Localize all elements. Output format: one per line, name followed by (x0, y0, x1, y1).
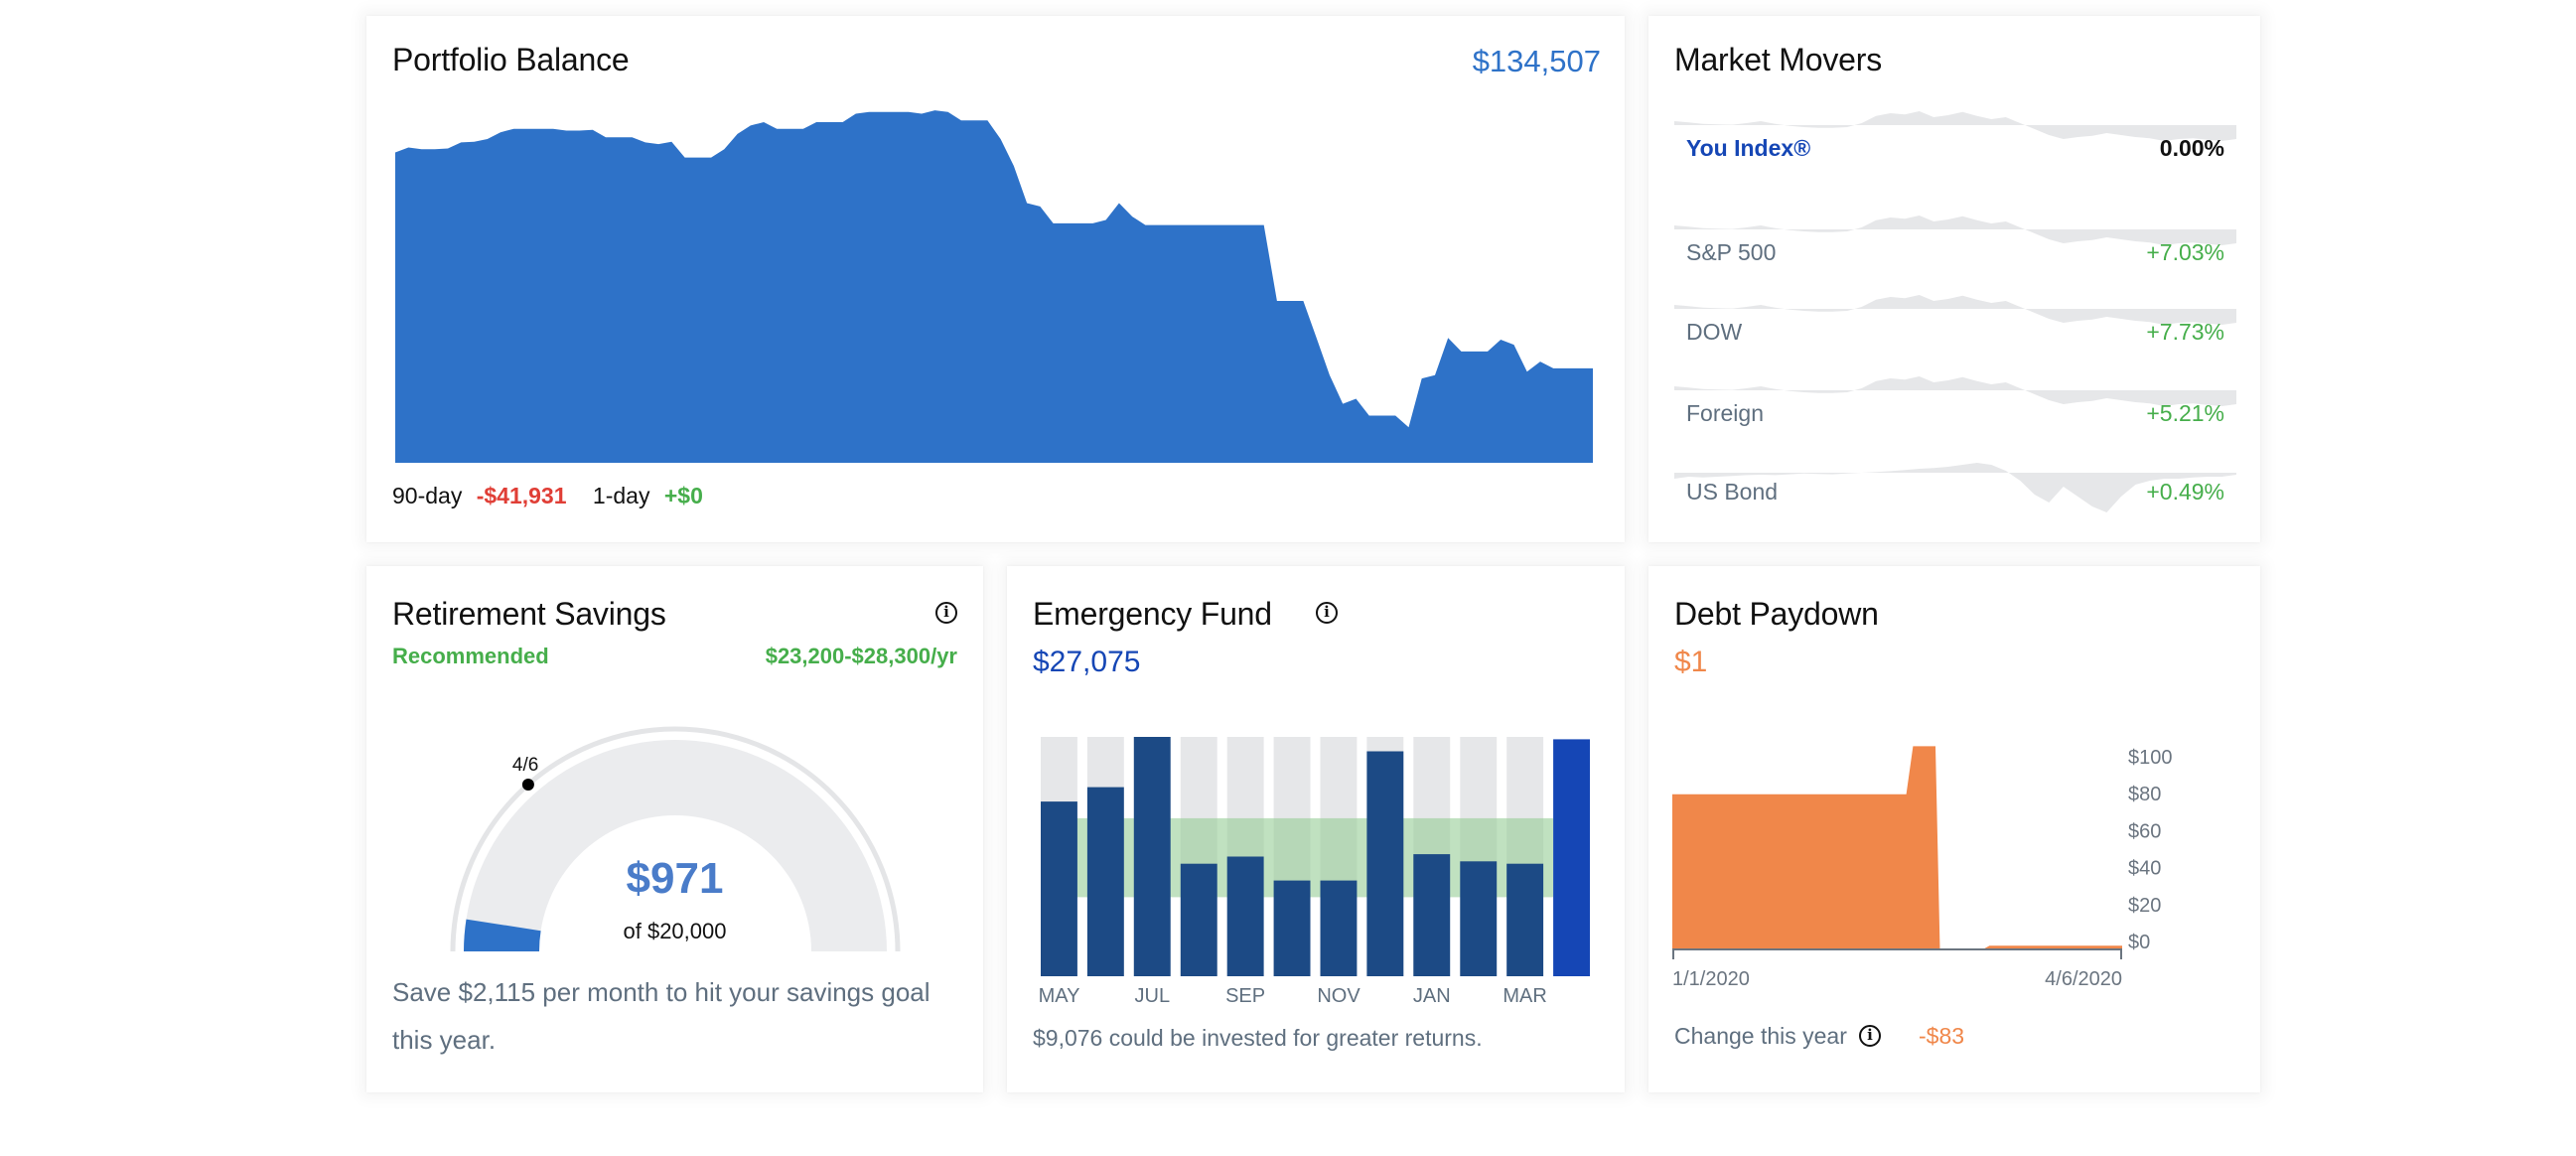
info-icon[interactable]: i (935, 602, 957, 624)
y-tick-label: $80 (2128, 784, 2161, 805)
portfolio-area (395, 110, 1593, 463)
one-day-value: +$0 (663, 483, 703, 508)
market-mover-label: US Bond (1686, 479, 1779, 505)
x-tick-label: JAN (1413, 985, 1451, 1007)
retirement-title: Retirement Savings (392, 596, 666, 632)
market-mover-row[interactable]: S&P 500 +7.03% (1674, 210, 2236, 289)
debt-area-chart: $100 $80 $60 $40 $20 $0 1/1/2020 4/6/2020 (1672, 746, 2173, 990)
retirement-savings-card[interactable]: Retirement Savings i Recommended $23,200… (366, 566, 983, 1092)
gauge-marker-label: 4/6 (512, 755, 538, 776)
portfolio-change-row: 90-day -$41,931 1-day +$0 (392, 483, 703, 509)
gauge-of-total: of $20,000 (623, 919, 727, 943)
x-tick-label: JUL (1135, 985, 1171, 1007)
retirement-gauge: 4/6 (450, 726, 901, 952)
market-mover-row[interactable]: Foreign +5.21% (1674, 370, 2236, 450)
ninety-day-label: 90-day (392, 483, 463, 508)
market-mover-label: You Index® (1686, 135, 1811, 161)
bar-feb[interactable] (1460, 861, 1498, 976)
one-day-label: 1-day (592, 483, 650, 508)
market-mover-row[interactable]: DOW +7.73% (1674, 289, 2236, 368)
market-movers-card[interactable]: Market Movers You Index® 0.00% S&P 500 +7.0… (1648, 16, 2260, 542)
debt-area (1672, 746, 2122, 949)
y-tick-label: $0 (2128, 932, 2150, 953)
portfolio-balance-value: $134,507 (1472, 44, 1601, 78)
portfolio-title: Portfolio Balance (392, 42, 630, 77)
recommended-label: Recommended (392, 644, 549, 668)
market-mover-change: +5.21% (2146, 400, 2224, 426)
bar-dec[interactable] (1366, 751, 1404, 977)
gauge-amount: $971 (626, 854, 724, 903)
debt-title: Debt Paydown (1674, 596, 1879, 632)
x-tick-label-start: 1/1/2020 (1672, 968, 1750, 990)
market-mover-change: 0.00% (2159, 135, 2224, 161)
emergency-fund-card[interactable]: Emergency Fund i $27,075 MAY JUL SEP NOV JAN… (1007, 566, 1625, 1092)
x-tick-label: NOV (1317, 985, 1360, 1007)
y-tick-label: $100 (2128, 747, 2173, 769)
change-this-year-value: -$83 (1919, 1023, 1965, 1049)
info-icon[interactable]: i (1316, 602, 1338, 624)
market-movers-title: Market Movers (1674, 42, 1882, 77)
emergency-message: $9,076 could be invested for greater ret… (1033, 1025, 1483, 1051)
x-tick-label: SEP (1225, 985, 1265, 1007)
market-mover-change: +0.49% (2146, 479, 2224, 505)
bar-jul[interactable] (1133, 737, 1171, 976)
retirement-message: Save $2,115 per month to hit your saving… (392, 977, 930, 1055)
x-tick-label: MAR (1503, 985, 1546, 1007)
market-mover-label: DOW (1686, 319, 1743, 345)
market-mover-change: +7.73% (2146, 319, 2224, 345)
y-tick-label: $60 (2128, 820, 2161, 842)
change-this-year-label: Change this year (1674, 1023, 1847, 1049)
market-mover-row[interactable]: US Bond +0.49% (1674, 453, 2236, 532)
market-mover-row[interactable]: You Index® 0.00% (1674, 105, 2236, 185)
bar-sep[interactable] (1226, 856, 1264, 977)
gauge-marker-dot (521, 779, 534, 791)
x-tick-label-end: 4/6/2020 (2045, 968, 2122, 990)
recommended-range: $23,200-$28,300/yr (765, 644, 957, 668)
market-mover-change: +7.03% (2146, 239, 2224, 265)
market-mover-label: Foreign (1686, 400, 1764, 426)
info-icon[interactable]: i (1859, 1025, 1881, 1047)
debt-paydown-card[interactable]: Debt Paydown $1 $100 $80 $60 $40 $20 $0 1/1/20… (1648, 566, 2260, 1092)
y-tick-label: $40 (2128, 858, 2161, 880)
portfolio-area-chart (395, 110, 1593, 463)
bar-nov[interactable] (1320, 880, 1358, 976)
emergency-bar-chart: MAY JUL SEP NOV JAN MAR (1039, 737, 1590, 1007)
bar-apr[interactable] (1553, 739, 1590, 976)
ninety-day-value: -$41,931 (476, 483, 567, 508)
emergency-title: Emergency Fund (1033, 596, 1272, 632)
debt-change-row: Change this year (1674, 1023, 1847, 1050)
bar-mar[interactable] (1506, 863, 1544, 976)
market-mover-label: S&P 500 (1686, 239, 1777, 265)
y-tick-label: $20 (2128, 895, 2161, 917)
bar-oct[interactable] (1273, 880, 1311, 976)
bar-jan[interactable] (1413, 854, 1451, 976)
portfolio-balance-card[interactable]: Portfolio Balance $134,507 90-day -$41,9… (366, 16, 1625, 542)
x-tick-label: MAY (1039, 985, 1080, 1007)
emergency-amount: $27,075 (1033, 646, 1141, 678)
bar-aug[interactable] (1180, 863, 1217, 976)
bar-jun[interactable] (1086, 787, 1124, 976)
bar-may[interactable] (1041, 801, 1077, 976)
debt-amount: $1 (1674, 646, 1708, 678)
